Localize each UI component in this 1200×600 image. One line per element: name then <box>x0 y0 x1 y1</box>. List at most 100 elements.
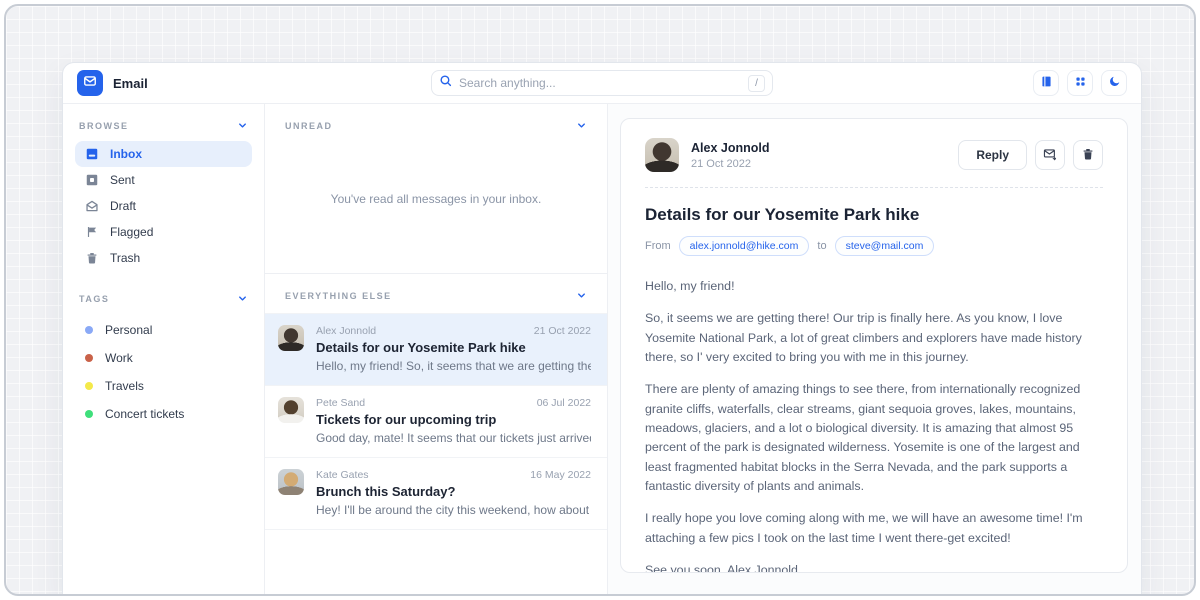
email-date: 21 Oct 2022 <box>534 325 591 337</box>
tag-color-dot <box>85 382 93 390</box>
detail-sender-name: Alex Jonnold <box>691 141 769 155</box>
sidebar-item-label: Flagged <box>110 225 153 239</box>
email-list-item-1[interactable]: Alex Jonnold 21 Oct 2022 Details for our… <box>265 313 607 385</box>
moon-icon <box>1108 75 1121 91</box>
email-subject: Details for our Yosemite Park hike <box>316 340 591 355</box>
email-sender: Pete Sand <box>316 397 365 409</box>
avatar <box>645 138 679 172</box>
detail-date: 21 Oct 2022 <box>691 158 769 170</box>
reply-button[interactable]: Reply <box>958 140 1027 170</box>
sidebar-item-label: Sent <box>110 173 135 187</box>
chevron-down-icon[interactable] <box>576 290 587 301</box>
top-bar: Email / <box>63 63 1141 104</box>
browse-section-header[interactable]: BROWSE <box>75 120 252 131</box>
brand: Email <box>77 70 431 96</box>
apps-grid-icon <box>1074 75 1087 91</box>
screen: Email / <box>0 0 1200 600</box>
email-sender: Alex Jonnold <box>316 325 376 337</box>
email-preview: Hey! I'll be around the city this weeken… <box>316 503 591 517</box>
trash-icon <box>85 251 99 265</box>
envelope-icon <box>83 74 97 93</box>
tag-item-travels[interactable]: Travels <box>75 372 252 400</box>
folder-list: Inbox Sent Draft <box>75 141 252 271</box>
sidebar-item-trash[interactable]: Trash <box>75 245 252 271</box>
tag-label: Work <box>105 351 133 365</box>
from-email-pill[interactable]: alex.jonnold@hike.com <box>679 236 810 256</box>
sidebar: BROWSE Inbox <box>63 104 265 594</box>
inbox-icon <box>85 147 99 161</box>
page-background: Email / <box>4 4 1196 596</box>
email-paragraph: I really hope you love coming along with… <box>645 509 1103 548</box>
email-date: 06 Jul 2022 <box>537 397 591 409</box>
tag-label: Travels <box>105 379 144 393</box>
detail-subject: Details for our Yosemite Park hike <box>645 205 1103 225</box>
email-list-item-3[interactable]: Kate Gates 16 May 2022 Brunch this Satur… <box>265 457 607 530</box>
email-subject: Brunch this Saturday? <box>316 484 591 499</box>
sent-icon <box>85 173 99 187</box>
tag-color-dot <box>85 410 93 418</box>
browse-label: BROWSE <box>79 121 129 131</box>
envelope-forward-icon <box>1043 147 1057 164</box>
search-bar[interactable]: / <box>431 70 773 96</box>
email-body: Hello, my friend! So, it seems we are ge… <box>645 277 1103 573</box>
avatar <box>278 325 304 351</box>
everything-else-section: EVERYTHING ELSE A <box>265 273 607 530</box>
email-detail-header: Alex Jonnold 21 Oct 2022 Reply <box>645 138 1103 172</box>
unread-section: UNREAD You've read all messages in your … <box>265 104 607 273</box>
tag-color-dot <box>85 326 93 334</box>
email-paragraph: See you soon, Alex Jonnold <box>645 561 1103 573</box>
forward-email-button[interactable] <box>1035 140 1065 170</box>
dark-mode-toggle[interactable] <box>1101 70 1127 96</box>
sidebar-item-inbox[interactable]: Inbox <box>75 141 252 167</box>
chevron-down-icon[interactable] <box>576 120 587 131</box>
email-list: Alex Jonnold 21 Oct 2022 Details for our… <box>265 313 607 530</box>
email-subject: Tickets for our upcoming trip <box>316 412 591 427</box>
email-detail-card: Alex Jonnold 21 Oct 2022 Reply <box>620 118 1128 573</box>
email-app-window: Email / <box>62 62 1142 594</box>
to-label: to <box>817 240 826 252</box>
email-paragraph: Hello, my friend! <box>645 277 1103 296</box>
email-list-item-2[interactable]: Pete Sand 06 Jul 2022 Tickets for our up… <box>265 385 607 457</box>
email-paragraph: There are plenty of amazing things to se… <box>645 380 1103 496</box>
unread-empty-message: You've read all messages in your inbox. <box>265 131 607 273</box>
email-date: 16 May 2022 <box>530 469 591 481</box>
tag-item-personal[interactable]: Personal <box>75 316 252 344</box>
unread-label: UNREAD <box>285 121 333 131</box>
apps-grid-button[interactable] <box>1067 70 1093 96</box>
sidebar-item-label: Draft <box>110 199 136 213</box>
avatar <box>278 469 304 495</box>
sidebar-item-flagged[interactable]: Flagged <box>75 219 252 245</box>
flag-icon <box>85 225 99 239</box>
tags-section-header[interactable]: TAGS <box>75 293 252 304</box>
email-preview: Good day, mate! It seems that our ticket… <box>316 431 591 445</box>
search-shortcut-key: / <box>748 75 765 92</box>
sidebar-item-sent[interactable]: Sent <box>75 167 252 193</box>
reading-pane-column: Alex Jonnold 21 Oct 2022 Reply <box>608 104 1141 594</box>
chevron-down-icon[interactable] <box>237 293 248 304</box>
top-bar-actions <box>773 70 1127 96</box>
draft-icon <box>85 199 99 213</box>
divider <box>645 187 1103 188</box>
message-list-column: UNREAD You've read all messages in your … <box>265 104 608 594</box>
avatar <box>278 397 304 423</box>
reading-list-icon <box>1040 75 1053 91</box>
tag-label: Concert tickets <box>105 407 184 421</box>
search-input[interactable] <box>459 76 741 90</box>
sidebar-item-draft[interactable]: Draft <box>75 193 252 219</box>
tag-label: Personal <box>105 323 152 337</box>
unread-section-header[interactable]: UNREAD <box>281 120 591 131</box>
tags-label: TAGS <box>79 294 109 304</box>
sidebar-item-label: Trash <box>110 251 140 265</box>
to-email-pill[interactable]: steve@mail.com <box>835 236 935 256</box>
tag-color-dot <box>85 354 93 362</box>
reading-list-button[interactable] <box>1033 70 1059 96</box>
tag-item-concert-tickets[interactable]: Concert tickets <box>75 400 252 428</box>
app-logo[interactable] <box>77 70 103 96</box>
from-to-row: From alex.jonnold@hike.com to steve@mail… <box>645 236 1103 256</box>
chevron-down-icon[interactable] <box>237 120 248 131</box>
everything-else-section-header[interactable]: EVERYTHING ELSE <box>281 290 591 301</box>
email-sender: Kate Gates <box>316 469 369 481</box>
tag-item-work[interactable]: Work <box>75 344 252 372</box>
delete-email-button[interactable] <box>1073 140 1103 170</box>
trash-icon <box>1081 147 1095 164</box>
